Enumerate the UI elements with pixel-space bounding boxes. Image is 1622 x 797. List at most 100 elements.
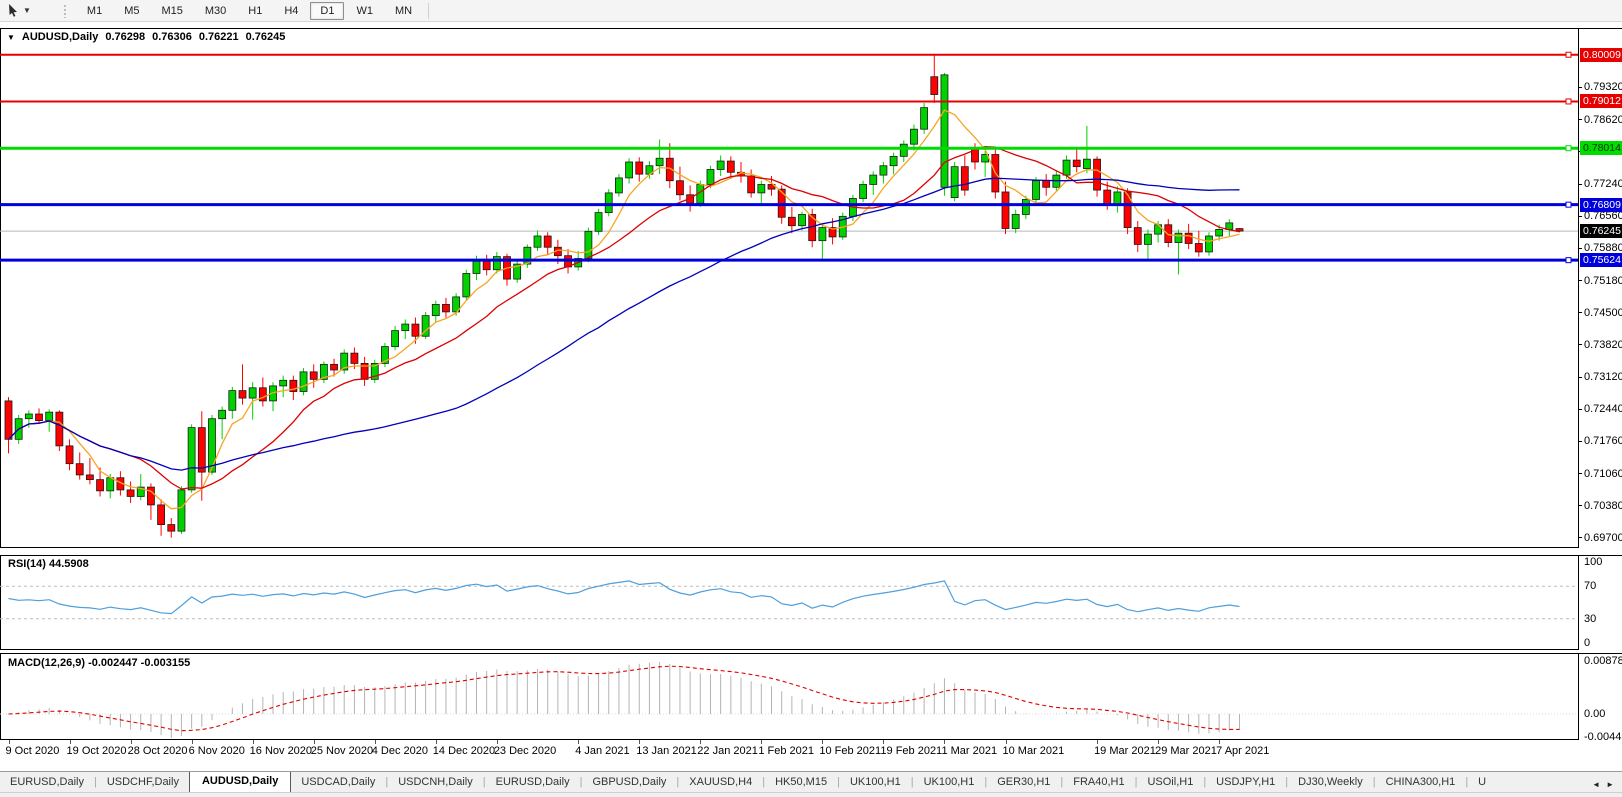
date-axis-tick — [253, 740, 254, 744]
price-axis-label: 0.73120 — [1584, 370, 1622, 384]
tab-scroll-right-icon[interactable]: ► — [1606, 780, 1614, 789]
level-price-badge[interactable]: 0.79012 — [1580, 94, 1622, 108]
chart-tab-eurusd-daily[interactable]: EURUSD,Daily — [0, 773, 94, 792]
chart-tab-dj30-weekly[interactable]: DJ30,Weekly — [1288, 773, 1373, 792]
timeframe-button-h4[interactable]: H4 — [274, 2, 308, 20]
chart-tab-usdcnh-daily[interactable]: USDCNH,Daily — [388, 773, 483, 792]
chart-tab-hk50-m15[interactable]: HK50,M15 — [765, 773, 837, 792]
date-axis-label: 6 Nov 2020 — [189, 745, 245, 757]
date-axis-label: 19 Feb 2021 — [880, 745, 942, 757]
price-axis-label: 0.74500 — [1584, 306, 1622, 320]
chart-tabs: EURUSD,Daily|USDCHF,DailyAUDUSD,DailyUSD… — [0, 772, 1496, 792]
date-axis-label: 28 Oct 2020 — [128, 745, 188, 757]
rsi-indicator-chart[interactable] — [0, 555, 1622, 650]
timeframe-button-m5[interactable]: M5 — [114, 2, 149, 20]
chart-tab-uk100-h1[interactable]: UK100,H1 — [840, 773, 911, 792]
date-axis-label: 16 Nov 2020 — [250, 745, 312, 757]
candles-group[interactable] — [5, 55, 1243, 538]
timeframe-toolbar: ▼ M1M5M15M30H1H4D1W1MN — [0, 0, 1622, 22]
price-axis-tick — [1578, 377, 1582, 378]
chart-tab-uk100-h1[interactable]: UK100,H1 — [914, 773, 985, 792]
chart-tab-bar: EURUSD,Daily|USDCHF,DailyAUDUSD,DailyUSD… — [0, 771, 1622, 792]
level-drag-handle[interactable] — [1566, 52, 1571, 57]
price-axis-label: 0.73820 — [1584, 338, 1622, 352]
status-bar — [0, 792, 1622, 797]
price-axis-label: 0.75180 — [1584, 274, 1622, 288]
date-axis-tick — [883, 740, 884, 744]
price-axis-tick — [1578, 248, 1582, 249]
level-price-badge[interactable]: 0.78014 — [1580, 141, 1622, 155]
macd-label: MACD(12,26,9) -0.002447 -0.003155 — [8, 657, 190, 669]
date-axis-tick — [314, 740, 315, 744]
date-axis-label: 10 Mar 2021 — [1003, 745, 1065, 757]
timeframe-button-h1[interactable]: H1 — [238, 2, 272, 20]
current-price-badge: 0.76245 — [1580, 224, 1622, 238]
level-drag-handle[interactable] — [1566, 202, 1571, 207]
timeframe-button-w1[interactable]: W1 — [346, 2, 383, 20]
timeframe-button-m1[interactable]: M1 — [77, 2, 112, 20]
date-axis-label: 22 Jan 2021 — [697, 745, 758, 757]
ohlc-open: 0.76298 — [105, 31, 145, 43]
level-drag-handle[interactable] — [1566, 258, 1571, 263]
chart-tab-xauusd-h4[interactable]: XAUUSD,H4 — [679, 773, 762, 792]
price-axis-label: 0.72440 — [1584, 402, 1622, 416]
chart-tab-audusd-daily[interactable]: AUDUSD,Daily — [189, 771, 291, 792]
timeframe-button-m15[interactable]: M15 — [151, 2, 192, 20]
price-axis-tick — [1578, 312, 1582, 313]
chart-tab-usdjpy-h1[interactable]: USDJPY,H1 — [1206, 773, 1285, 792]
ma-line-40 — [9, 178, 1240, 470]
date-axis-tick — [9, 740, 10, 744]
level-price-badge[interactable]: 0.76809 — [1580, 198, 1622, 212]
date-axis-label: 9 Oct 2020 — [6, 745, 60, 757]
macd-axis-label: 0.00 — [1584, 707, 1605, 721]
tab-scroll-arrows: ◄ ► — [1588, 780, 1622, 792]
date-axis-label: 19 Oct 2020 — [67, 745, 127, 757]
symbol-dropdown-icon: ▼ — [7, 33, 15, 42]
level-drag-handle[interactable] — [1566, 99, 1571, 104]
date-axis-tick — [1219, 740, 1220, 744]
chart-tab-china300-h1[interactable]: CHINA300,H1 — [1376, 773, 1466, 792]
chart-pointer-tool-button[interactable]: ▼ — [0, 3, 35, 18]
level-price-badge[interactable]: 0.75624 — [1580, 253, 1622, 267]
level-price-badge[interactable]: 0.80009 — [1580, 48, 1622, 62]
chart-title: ▼ AUDUSD,Daily 0.76298 0.76306 0.76221 0… — [7, 31, 285, 43]
macd-indicator-chart[interactable] — [0, 653, 1622, 740]
chart-symbol-label: AUDUSD,Daily — [22, 31, 98, 43]
chart-tab-gbpusd-daily[interactable]: GBPUSD,Daily — [582, 773, 676, 792]
chart-tab-eurusd-daily[interactable]: EURUSD,Daily — [486, 773, 580, 792]
price-axis-label: 0.70380 — [1584, 499, 1622, 513]
price-axis-label: 0.79320 — [1584, 80, 1622, 94]
chart-tab-usdcad-daily[interactable]: USDCAD,Daily — [291, 773, 385, 792]
toolbar-grip-handle[interactable] — [63, 4, 68, 18]
date-axis-tick — [131, 740, 132, 744]
price-axis-tick — [1578, 344, 1582, 345]
price-axis-tick — [1578, 473, 1582, 474]
price-axis-label: 0.77240 — [1584, 177, 1622, 191]
date-axis-tick — [375, 740, 376, 744]
price-axis-label: 0.71060 — [1584, 467, 1622, 481]
price-axis-tick — [1578, 537, 1582, 538]
chart-tab-fra40-h1[interactable]: FRA40,H1 — [1063, 773, 1134, 792]
macd-axis-label: 0.008782 — [1584, 654, 1622, 668]
timeframe-button-mn[interactable]: MN — [385, 2, 422, 20]
date-axis-label: 25 Nov 2020 — [311, 745, 373, 757]
price-axis-tick — [1578, 505, 1582, 506]
price-axis-tick — [1578, 409, 1582, 410]
timeframe-buttons: M1M5M15M30H1H4D1W1MN — [76, 2, 423, 20]
level-drag-handle[interactable] — [1566, 146, 1571, 151]
date-axis-label: 1 Mar 2021 — [941, 745, 997, 757]
ohlc-close: 0.76245 — [246, 31, 286, 43]
chart-tab-ger30-h1[interactable]: GER30,H1 — [987, 773, 1060, 792]
rsi-axis-label: 70 — [1584, 579, 1596, 593]
date-axis-tick — [1158, 740, 1159, 744]
main-price-chart[interactable] — [0, 28, 1622, 548]
timeframe-button-d1[interactable]: D1 — [310, 2, 344, 20]
timeframe-button-m30[interactable]: M30 — [195, 2, 236, 20]
chart-tab-usdchf-daily[interactable]: USDCHF,Daily — [97, 773, 189, 792]
ohlc-high: 0.76306 — [152, 31, 192, 43]
chart-tab-usoil-h1[interactable]: USOil,H1 — [1137, 773, 1203, 792]
date-axis-tick — [822, 740, 823, 744]
chart-tab-u[interactable]: U — [1468, 773, 1496, 792]
date-axis-label: 29 Mar 2021 — [1155, 745, 1217, 757]
tab-scroll-left-icon[interactable]: ◄ — [1592, 780, 1600, 789]
